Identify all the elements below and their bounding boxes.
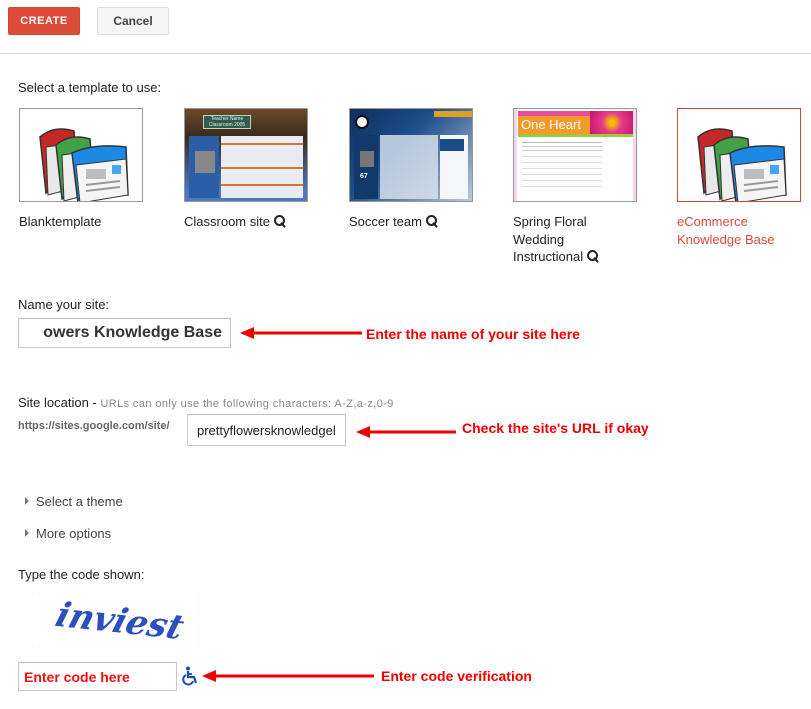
triangle-right-icon: [25, 497, 29, 505]
sites-pages-icon[interactable]: [677, 108, 801, 202]
template-name[interactable]: Spring Floral Wedding Instructional: [513, 213, 637, 266]
expander-label: More options: [36, 526, 112, 541]
template-label: Classroom site: [184, 214, 270, 229]
site-location-label-row: Site location - URLs can only use the fo…: [18, 395, 394, 410]
header-divider: [0, 53, 811, 54]
preview-magnifier-icon[interactable]: [273, 215, 286, 227]
more-options-expander[interactable]: More options: [25, 526, 111, 541]
soccer-score: 67: [360, 173, 368, 180]
template-name[interactable]: Classroom site: [184, 213, 308, 231]
site-url-value: prettyflowersknowledgel: [197, 422, 336, 438]
classroom-thumbnail[interactable]: Teacher Name Classroom 2005: [184, 108, 308, 202]
site-name-label: Name your site:: [18, 297, 110, 312]
template-name[interactable]: Soccer team: [349, 213, 473, 231]
select-theme-expander[interactable]: Select a theme: [25, 494, 123, 509]
template-classroom[interactable]: Teacher Name Classroom 2005 Classroom si…: [184, 108, 308, 231]
template-heading: Select a template to use:: [18, 80, 162, 95]
captcha-label: Type the code shown:: [18, 567, 145, 582]
site-location-label: Site location -: [18, 395, 101, 410]
site-location-hint: URLs can only use the following characte…: [100, 398, 394, 410]
site-name-value: owers Knowledge Base: [43, 324, 222, 341]
preview-magnifier-icon[interactable]: [425, 215, 438, 227]
template-blank[interactable]: Blanktemplate: [19, 108, 143, 231]
captcha-image: inviest: [31, 591, 199, 649]
site-name-input[interactable]: owers Knowledge Base: [18, 318, 231, 348]
captcha-code-value: Enter code here: [24, 668, 130, 685]
template-label: Spring Floral Wedding Instructional: [513, 214, 587, 264]
template-name[interactable]: eCommerce Knowledge Base: [677, 213, 801, 248]
floral-banner: One Heart: [518, 116, 590, 134]
classroom-banner-sub: Classroom 2005: [208, 122, 246, 128]
preview-magnifier-icon[interactable]: [587, 250, 599, 262]
template-ecommerce-knowledge-base[interactable]: eCommerce Knowledge Base: [677, 108, 801, 248]
template-name[interactable]: Blanktemplate: [19, 213, 143, 231]
soccer-thumbnail[interactable]: 67: [349, 108, 473, 202]
wheelchair-accessibility-icon[interactable]: [182, 666, 200, 686]
floral-thumbnail[interactable]: One Heart: [513, 108, 637, 202]
template-label: Soccer team: [349, 214, 422, 229]
annotation-arrow: [356, 426, 456, 438]
site-url-prefix: https://sites.google.com/site/: [18, 420, 170, 432]
site-url-annotation: Check the site's URL if okay: [462, 420, 649, 436]
sites-pages-icon[interactable]: [19, 108, 143, 202]
captcha-annotation: Enter code verification: [381, 668, 532, 684]
site-name-annotation: Enter the name of your site here: [366, 326, 580, 342]
annotation-arrow: [240, 327, 362, 339]
create-button[interactable]: CREATE: [8, 7, 80, 35]
annotation-arrow: [202, 670, 374, 682]
template-spring-floral[interactable]: One Heart Spring Floral Wedding Instruct…: [513, 108, 637, 266]
site-url-input[interactable]: prettyflowersknowledgel: [187, 414, 346, 446]
expander-label: Select a theme: [36, 494, 123, 509]
triangle-right-icon: [25, 529, 29, 537]
captcha-code-input[interactable]: Enter code here: [18, 662, 177, 691]
cancel-button[interactable]: Cancel: [97, 7, 169, 35]
template-soccer[interactable]: 67 Soccer team: [349, 108, 473, 231]
